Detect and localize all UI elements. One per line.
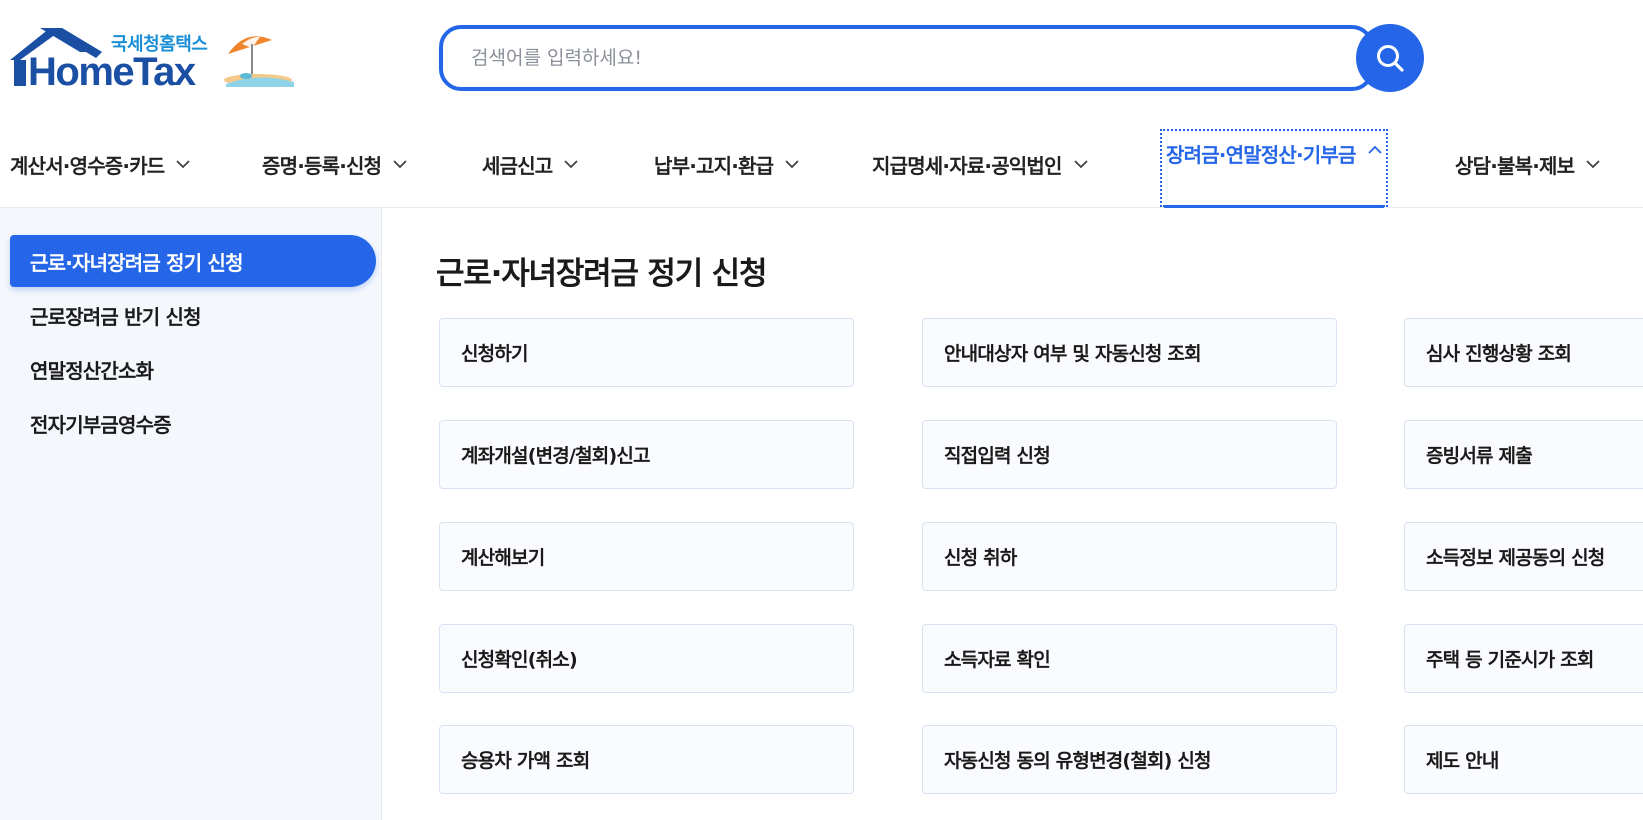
gnb-item-certificate-registration[interactable]: 증명·등록·신청 [262, 120, 407, 208]
menu-card[interactable]: 직접입력 신청 [922, 420, 1337, 489]
menu-card-label: 계산해보기 [461, 547, 545, 569]
menu-card[interactable]: 증빙서류 제출 [1404, 420, 1643, 489]
gnb-item-tax-filing[interactable]: 세금신고 [482, 120, 579, 208]
menu-card-label: 안내대상자 여부 및 자동신청 조회 [944, 343, 1202, 365]
beach-umbrella-icon [224, 36, 294, 87]
menu-card-label: 승용차 가액 조회 [461, 750, 590, 772]
gnb-item-invoice-receipt-card[interactable]: 계산서·영수증·카드 [10, 120, 191, 208]
gnb-item-consult-appeal-report[interactable]: 상담·불복·제보 [1455, 120, 1600, 208]
logo-main-text: HomeTax [28, 50, 196, 94]
header: 국세청홈택스 HomeTax [0, 0, 1643, 120]
gnb-item-label: 증명·등록·신청 [262, 153, 382, 178]
sidebar-item-e-donation-receipt[interactable]: 전자기부금영수증 [10, 397, 376, 449]
menu-card-label: 제도 안내 [1426, 750, 1499, 772]
menu-card-label: 소득정보 제공동의 신청 [1426, 547, 1605, 569]
menu-card-label: 증빙서류 제출 [1426, 445, 1533, 467]
menu-card-label: 신청 취하 [944, 547, 1017, 569]
gnb-item-incentive-yearend-donation[interactable]: 장려금·연말정산·기부금 [1160, 129, 1388, 209]
page-title: 근로·자녀장려금 정기 신청 [436, 256, 767, 292]
menu-card[interactable]: 안내대상자 여부 및 자동신청 조회 [922, 318, 1337, 387]
sidebar-item-label: 근로·자녀장려금 정기 신청 [30, 250, 244, 275]
gnb-item-label: 지급명세·자료·공익법인 [872, 153, 1062, 178]
menu-card[interactable]: 계좌개설(변경/철회)신고 [439, 420, 854, 489]
search-icon [1377, 45, 1404, 72]
chevron-down-icon [1586, 159, 1600, 169]
chevron-down-icon [1073, 159, 1088, 169]
menu-card-label: 직접입력 신청 [944, 445, 1051, 467]
gnb-item-label: 세금신고 [482, 153, 553, 178]
chevron-up-icon [1367, 145, 1382, 154]
menu-card[interactable]: 승용차 가액 조회 [439, 725, 854, 794]
menu-card[interactable]: 주택 등 기준시가 조회 [1404, 624, 1643, 693]
sidebar-item-yearend-simplified[interactable]: 연말정산간소화 [10, 343, 376, 395]
chevron-down-icon [176, 159, 191, 169]
sidebar-item-label: 근로장려금 반기 신청 [30, 304, 202, 329]
main-navigation: 계산서·영수증·카드 증명·등록·신청 세금신고 납부·고지·환급 지급명세·자… [0, 120, 1643, 209]
main-content: 근로·자녀장려금 정기 신청 신청하기 안내대상자 여부 및 자동신청 조회 심… [383, 208, 1643, 820]
menu-card[interactable]: 제도 안내 [1404, 725, 1643, 794]
menu-card[interactable]: 자동신청 동의 유형변경(철회) 신청 [922, 725, 1337, 794]
menu-card[interactable]: 소득자료 확인 [922, 624, 1337, 693]
sidebar: 근로·자녀장려금 정기 신청 근로장려금 반기 신청 연말정산간소화 전자기부금… [0, 208, 382, 820]
search-box [439, 25, 1374, 91]
menu-card[interactable]: 계산해보기 [439, 522, 854, 591]
chevron-down-icon [564, 159, 579, 169]
gnb-item-label: 계산서·영수증·카드 [10, 153, 165, 178]
search-button[interactable] [1356, 24, 1424, 92]
sidebar-item-incentive-regular[interactable]: 근로·자녀장려금 정기 신청 [10, 235, 376, 287]
menu-card-label: 주택 등 기준시가 조회 [1426, 649, 1594, 671]
gnb-item-label: 상담·불복·제보 [1455, 153, 1575, 178]
menu-card[interactable]: 신청 취하 [922, 522, 1337, 591]
chevron-down-icon [785, 159, 799, 169]
menu-card[interactable]: 소득정보 제공동의 신청 [1404, 522, 1643, 591]
gnb-item-payment-statement[interactable]: 지급명세·자료·공익법인 [872, 120, 1088, 208]
sidebar-item-label: 전자기부금영수증 [30, 412, 172, 437]
menu-card[interactable]: 신청하기 [439, 318, 854, 387]
menu-card[interactable]: 신청확인(취소) [439, 624, 854, 693]
gnb-item-label: 장려금·연말정산·기부금 [1166, 143, 1356, 167]
menu-card-label: 심사 진행상황 조회 [1426, 343, 1572, 365]
menu-card-label: 계좌개설(변경/철회)신고 [461, 445, 651, 467]
search-input[interactable] [471, 47, 1370, 69]
menu-card-label: 자동신청 동의 유형변경(철회) 신청 [944, 750, 1212, 772]
gnb-item-payment-refund[interactable]: 납부·고지·환급 [654, 120, 799, 208]
menu-card-label: 신청하기 [461, 343, 529, 365]
sidebar-item-incentive-semiannual[interactable]: 근로장려금 반기 신청 [10, 289, 376, 341]
gnb-item-label: 납부·고지·환급 [654, 153, 774, 178]
chevron-down-icon [393, 159, 407, 169]
sidebar-item-label: 연말정산간소화 [30, 358, 154, 383]
menu-card-label: 신청확인(취소) [461, 649, 578, 671]
menu-card-label: 소득자료 확인 [944, 649, 1051, 671]
hometax-logo[interactable]: 국세청홈택스 HomeTax [10, 26, 300, 96]
menu-card[interactable]: 심사 진행상황 조회 [1404, 318, 1643, 387]
